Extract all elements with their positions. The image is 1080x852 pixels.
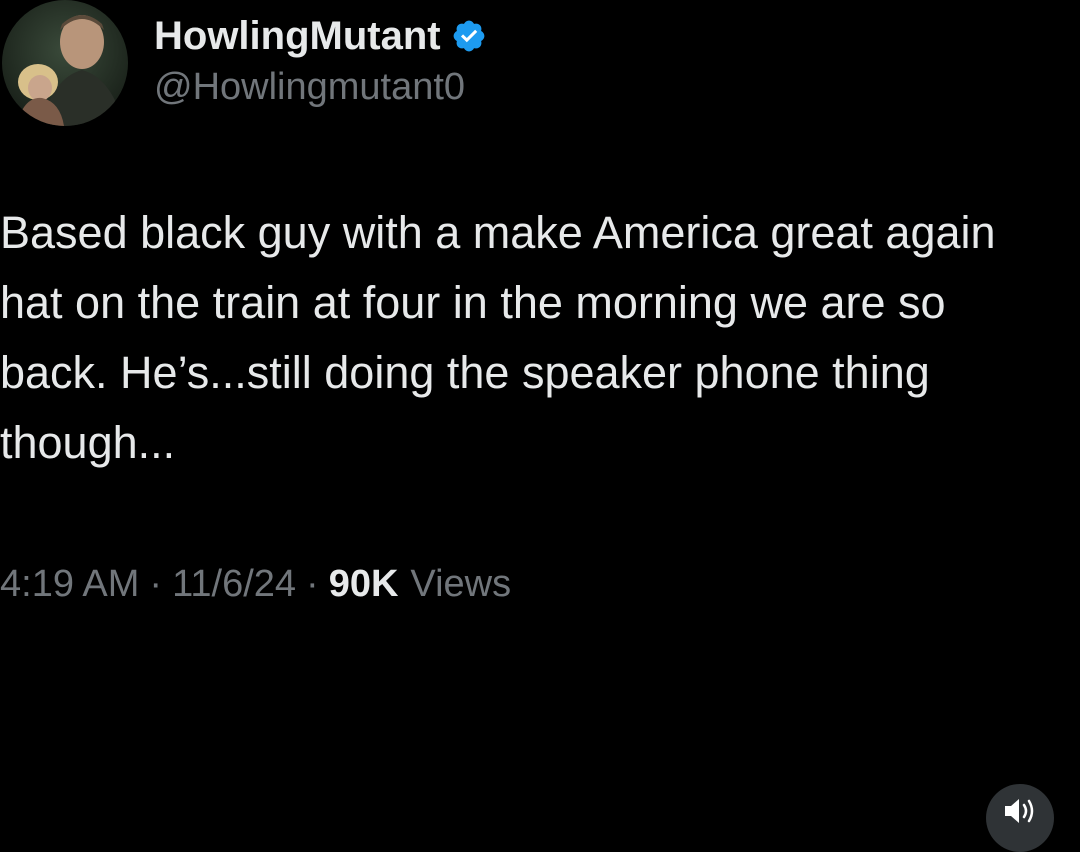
tweet-date[interactable]: 11/6/24: [172, 563, 296, 606]
author-handle[interactable]: @Howlingmutant0: [154, 66, 465, 109]
profile-avatar[interactable]: [2, 0, 128, 126]
tweet-metadata: 4:19 AM · 11/6/24 · 90K Views: [0, 556, 511, 612]
verified-badge-icon: [451, 18, 487, 54]
separator-dot: ·: [306, 562, 319, 605]
views-count: 90K: [328, 562, 399, 605]
tweet-text: Based black guy with a make America grea…: [0, 207, 996, 468]
sound-toggle-button[interactable]: [986, 784, 1054, 852]
speaker-icon: [1003, 784, 1037, 829]
tweet-time[interactable]: 4:19 AM: [0, 563, 139, 606]
author-display-name[interactable]: HowlingMutant: [154, 14, 441, 59]
separator-dot: ·: [149, 562, 163, 605]
views-label: Views: [410, 562, 512, 605]
